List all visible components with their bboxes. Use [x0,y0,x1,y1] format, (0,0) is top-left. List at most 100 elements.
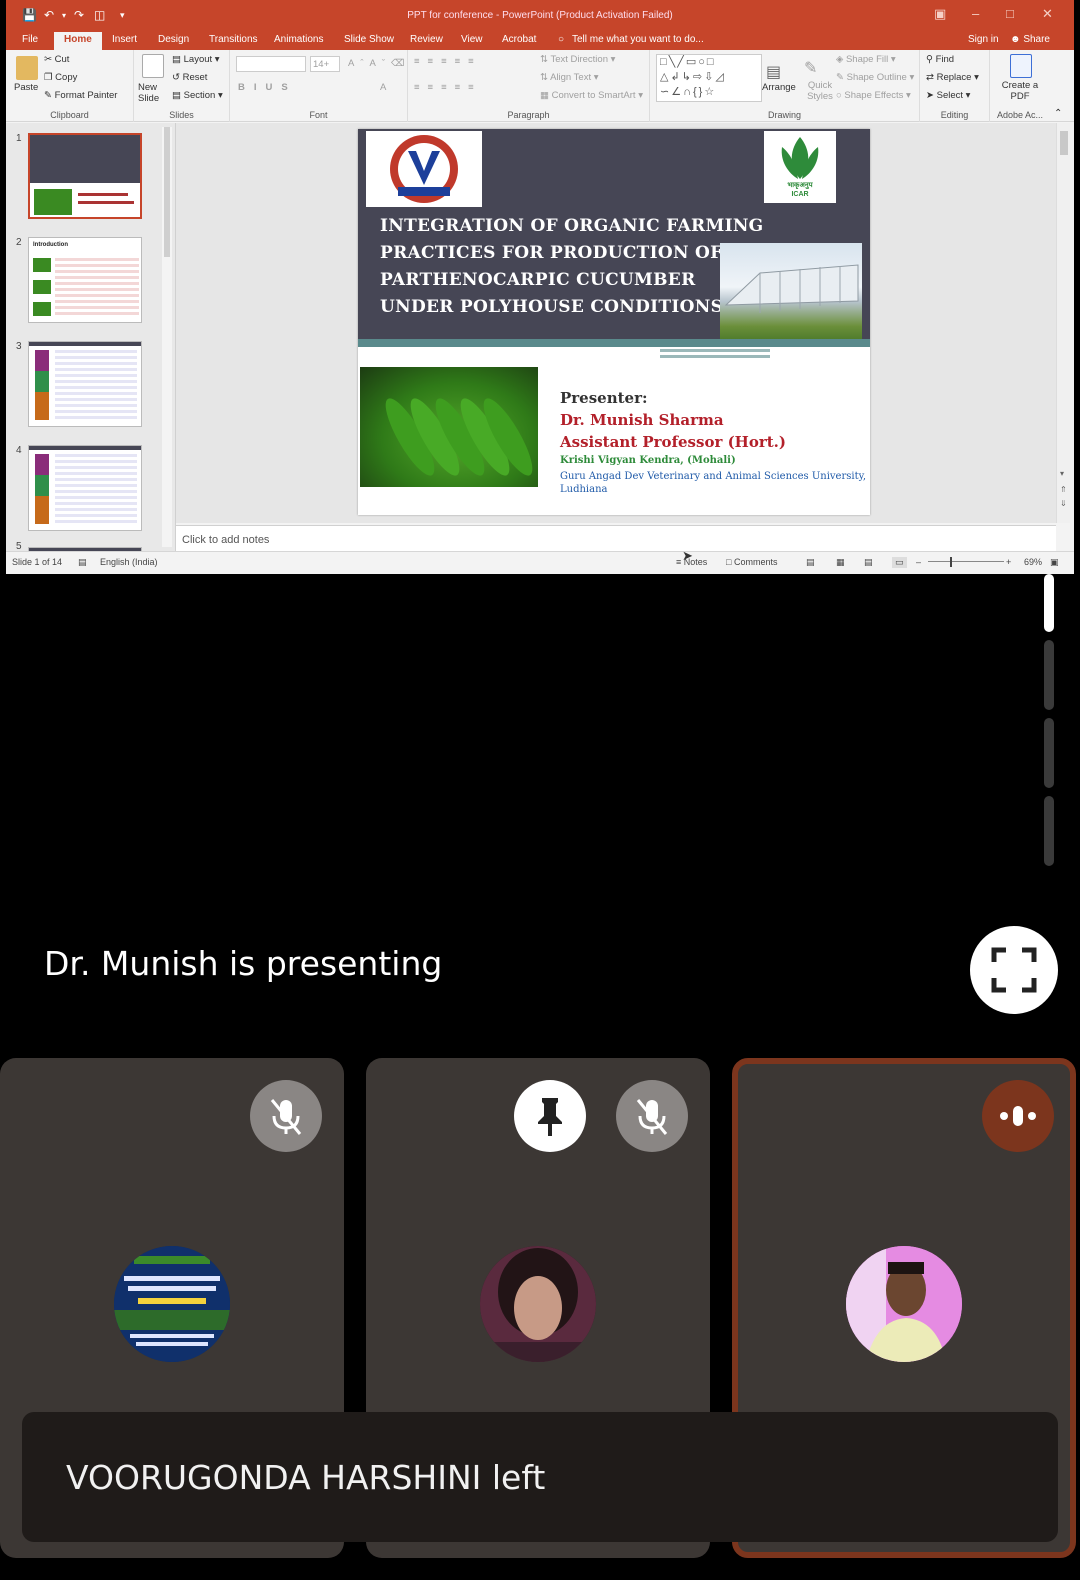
font-size-select[interactable]: 14+ [310,56,340,72]
reading-view-icon[interactable]: ▤ [864,557,873,568]
zoom-slider[interactable] [928,561,1004,562]
scroll-thumb[interactable] [1060,131,1068,155]
slide-sorter-icon[interactable]: ▦ [836,557,845,568]
group-adobe: Create a PDF Adobe Ac... [990,50,1050,122]
arrange-button[interactable]: Arrange [762,82,796,93]
tab-home[interactable]: Home [54,32,102,50]
reset-button[interactable]: ↺ Reset [172,72,207,83]
presenter-university: Guru Angad Dev Veterinary and Animal Sci… [560,471,867,482]
tab-view[interactable]: View [461,34,483,45]
window-title: PPT for conference - PowerPoint (Product… [407,10,673,21]
shape-effects-button[interactable]: ○ Shape Effects ▾ [836,90,911,101]
speaking-indicator [982,1080,1054,1152]
share-button[interactable]: ☻ Share [1010,34,1050,45]
shape-outline-button[interactable]: ✎ Shape Outline ▾ [836,72,914,83]
scroll-thumb[interactable] [1044,574,1054,632]
slide-scrollbar[interactable]: ▾ ⇑ ⇓ [1056,123,1070,523]
replace-button[interactable]: ⇄ Replace ▾ [926,72,979,83]
quick-styles-button[interactable]: Quick Styles [800,80,840,102]
select-button[interactable]: ➤ Select ▾ [926,90,970,101]
current-slide[interactable]: भाकृअनुप ICAR INTEGRATION OF ORGANIC FAR… [358,129,870,515]
sign-in-link[interactable]: Sign in [968,34,999,45]
tab-review[interactable]: Review [410,34,443,45]
create-pdf-button[interactable]: Create a PDF [996,80,1044,102]
search-icon: ⚲ [926,54,933,65]
university-logo [366,131,482,207]
zoom-slider-thumb[interactable] [950,557,952,567]
paste-button[interactable]: Paste [14,82,38,93]
spell-check-icon[interactable]: ▤ [78,557,87,568]
font-color-icon[interactable]: A [380,82,386,93]
scroll-down-icon[interactable]: ▾ [1060,469,1064,478]
convert-smartart-button[interactable]: ▦ Convert to SmartArt ▾ [540,90,643,101]
align-text-button[interactable]: ⇅ Align Text ▾ [540,72,599,83]
shapes-gallery[interactable]: □╲╱▭○□ △↲↳⇨⇩◿ ∽∠∩{}☆ [656,54,762,102]
zoom-level[interactable]: 69% [1024,557,1042,567]
slide-divider-stripe [358,339,870,347]
thumbnails-scrollbar[interactable] [162,127,172,547]
cut-button[interactable]: ✂ Cut [44,54,69,65]
new-slide-icon[interactable] [142,54,164,78]
tab-transitions[interactable]: Transitions [209,34,258,45]
thumb-number: 2 [16,237,22,248]
format-painter-button[interactable]: ✎ Format Painter [44,90,117,101]
ribbon-tabs: File Home Insert Design Transitions Anim… [6,32,1074,50]
text-direction-button[interactable]: ⇅ Text Direction ▾ [540,54,615,65]
shape-outline-label: Shape Outline [846,72,907,83]
pin-icon [538,1098,562,1136]
thumb-image [33,302,51,316]
font-grow-shrink-icon[interactable]: AˆAˇ⌫ [348,58,410,69]
collapse-ribbon-icon[interactable]: ⌃ [1054,108,1062,119]
pin-button[interactable] [514,1080,586,1152]
language-indicator[interactable]: English (India) [100,557,158,567]
tab-animations[interactable]: Animations [274,34,323,45]
presentation-scrollbar[interactable] [1044,574,1054,874]
layout-button[interactable]: ▤ Layout ▾ [172,54,220,65]
close-icon[interactable]: ✕ [1042,6,1053,22]
slide-thumbnail-3[interactable] [28,341,142,427]
thumb-text-line [78,201,134,204]
fit-to-window-icon[interactable]: ▣ [1050,557,1059,568]
paste-icon[interactable] [16,56,38,80]
slide-thumbnail-2[interactable]: Introduction [28,237,142,323]
slide-count: Slide 1 of 14 [12,557,63,567]
slide-thumbnail-4[interactable] [28,445,142,531]
thumb-image [34,189,72,215]
shape-fill-button[interactable]: ◈ Shape Fill ▾ [836,54,896,65]
font-format-icons[interactable]: BIUS [238,82,297,93]
quick-styles-icon[interactable]: ✎ [804,58,817,78]
pen-icon: ✎ [836,72,844,83]
comments-toggle[interactable]: □ Comments [726,557,777,567]
avatar [480,1246,596,1362]
fullscreen-button[interactable] [970,926,1058,1014]
create-pdf-icon[interactable] [1010,54,1032,78]
notes-pane[interactable]: Click to add notes [176,525,1056,551]
section-button[interactable]: ▤ Section ▾ [172,90,223,101]
thumb-number: 1 [16,133,22,144]
normal-view-icon[interactable]: ▤ [806,557,815,568]
list-indent-icons[interactable]: ≡≡≡≡≡ [414,56,482,67]
zoom-out-icon[interactable]: – [916,557,921,567]
tell-me-search[interactable]: Tell me what you want to do... [572,34,704,45]
find-button[interactable]: ⚲ Find [926,54,954,65]
maximize-icon[interactable]: □ [1006,6,1014,21]
section-icon: ▤ [172,90,181,101]
font-family-select[interactable] [236,56,306,72]
tab-insert[interactable]: Insert [112,34,137,45]
tab-slide-show[interactable]: Slide Show [344,34,394,45]
tab-file[interactable]: File [22,34,38,45]
scroll-thumb[interactable] [164,127,170,257]
ribbon-display-icon[interactable]: ▣ [934,6,946,22]
tab-design[interactable]: Design [158,34,189,45]
tab-acrobat[interactable]: Acrobat [502,34,536,45]
copy-button[interactable]: ❐ Copy [44,72,77,83]
previous-slide-icon[interactable]: ⇑ [1060,485,1067,494]
arrange-icon[interactable]: ▤ [766,62,781,82]
slide-thumbnail-1[interactable] [28,133,142,219]
zoom-in-icon[interactable]: + [1006,557,1011,567]
minimize-icon[interactable]: – [972,6,979,21]
slideshow-view-icon[interactable]: ▭ [892,557,907,568]
alignment-icons[interactable]: ≡≡≡≡≡ [414,82,482,93]
next-slide-icon[interactable]: ⇓ [1060,499,1067,508]
new-slide-button[interactable]: New Slide [138,82,172,104]
